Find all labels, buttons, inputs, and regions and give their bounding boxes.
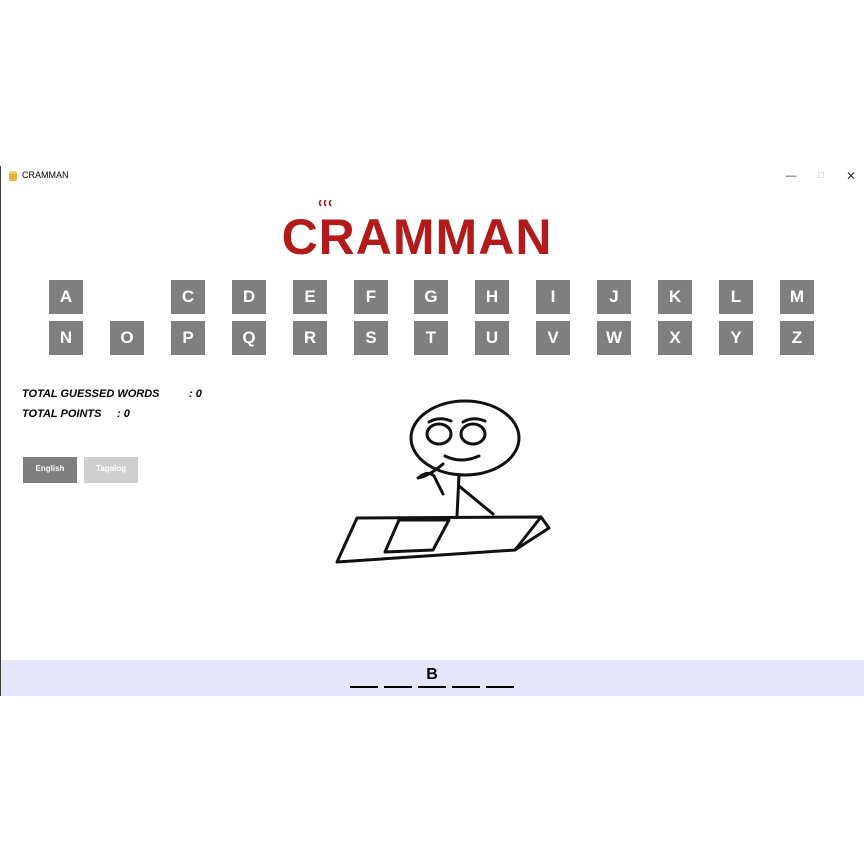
key-u[interactable]: U xyxy=(475,321,509,355)
key-z[interactable]: Z xyxy=(780,321,814,355)
slot-underline xyxy=(486,686,514,688)
slot-underline xyxy=(418,686,446,688)
svg-text:CRAMMAN: CRAMMAN xyxy=(282,209,553,260)
key-h[interactable]: H xyxy=(475,280,509,314)
total-guessed-words-value: : 0 xyxy=(189,388,202,400)
app-icon xyxy=(9,171,17,181)
key-c[interactable]: C xyxy=(171,280,205,314)
key-a[interactable]: A xyxy=(49,280,83,314)
key-l[interactable]: L xyxy=(719,280,753,314)
key-g[interactable]: G xyxy=(414,280,448,314)
key-p[interactable]: P xyxy=(171,321,205,355)
key-w[interactable]: W xyxy=(597,321,631,355)
key-m[interactable]: M xyxy=(780,280,814,314)
minimize-button[interactable]: — xyxy=(776,166,806,186)
key-o[interactable]: O xyxy=(110,321,144,355)
key-t[interactable]: T xyxy=(414,321,448,355)
letter-slot xyxy=(384,666,412,690)
slot-underline xyxy=(452,686,480,688)
letter-slot xyxy=(486,666,514,690)
key-d[interactable]: D xyxy=(232,280,266,314)
title-bar: CRAMMAN — □ ✕ xyxy=(1,166,864,186)
letter-slot: B xyxy=(418,666,446,690)
letter-slot xyxy=(350,666,378,690)
slot-letter: B xyxy=(426,666,438,683)
slot-underline xyxy=(350,686,378,688)
key-f[interactable]: F xyxy=(354,280,388,314)
tagalog-button[interactable]: Tagalog xyxy=(84,457,138,483)
key-y[interactable]: Y xyxy=(719,321,753,355)
close-button[interactable]: ✕ xyxy=(836,166,864,186)
game-window: CRAMMAN — □ ✕ CRAMMAN A CDEFGHIJKLM NOPQRS… xyxy=(0,166,864,696)
total-points-value: : 0 xyxy=(117,408,130,420)
english-button[interactable]: English xyxy=(23,457,77,483)
word-display: B xyxy=(1,660,864,696)
total-guessed-words-label: TOTAL GUESSED WORDS xyxy=(22,388,160,400)
stickman-figure xyxy=(335,399,551,564)
window-title: CRAMMAN xyxy=(22,170,69,180)
key-e[interactable]: E xyxy=(293,280,327,314)
key-i[interactable]: I xyxy=(536,280,570,314)
slot-underline xyxy=(384,686,412,688)
maximize-button[interactable]: □ xyxy=(806,166,836,186)
key-x[interactable]: X xyxy=(658,321,692,355)
key-r[interactable]: R xyxy=(293,321,327,355)
key-s[interactable]: S xyxy=(354,321,388,355)
key-k[interactable]: K xyxy=(658,280,692,314)
key-n[interactable]: N xyxy=(49,321,83,355)
letter-slot xyxy=(452,666,480,690)
key-q[interactable]: Q xyxy=(232,321,266,355)
key-j[interactable]: J xyxy=(597,280,631,314)
total-points-label: TOTAL POINTS xyxy=(22,408,102,420)
key-v[interactable]: V xyxy=(536,321,570,355)
cramman-logo: CRAMMAN xyxy=(282,200,553,260)
